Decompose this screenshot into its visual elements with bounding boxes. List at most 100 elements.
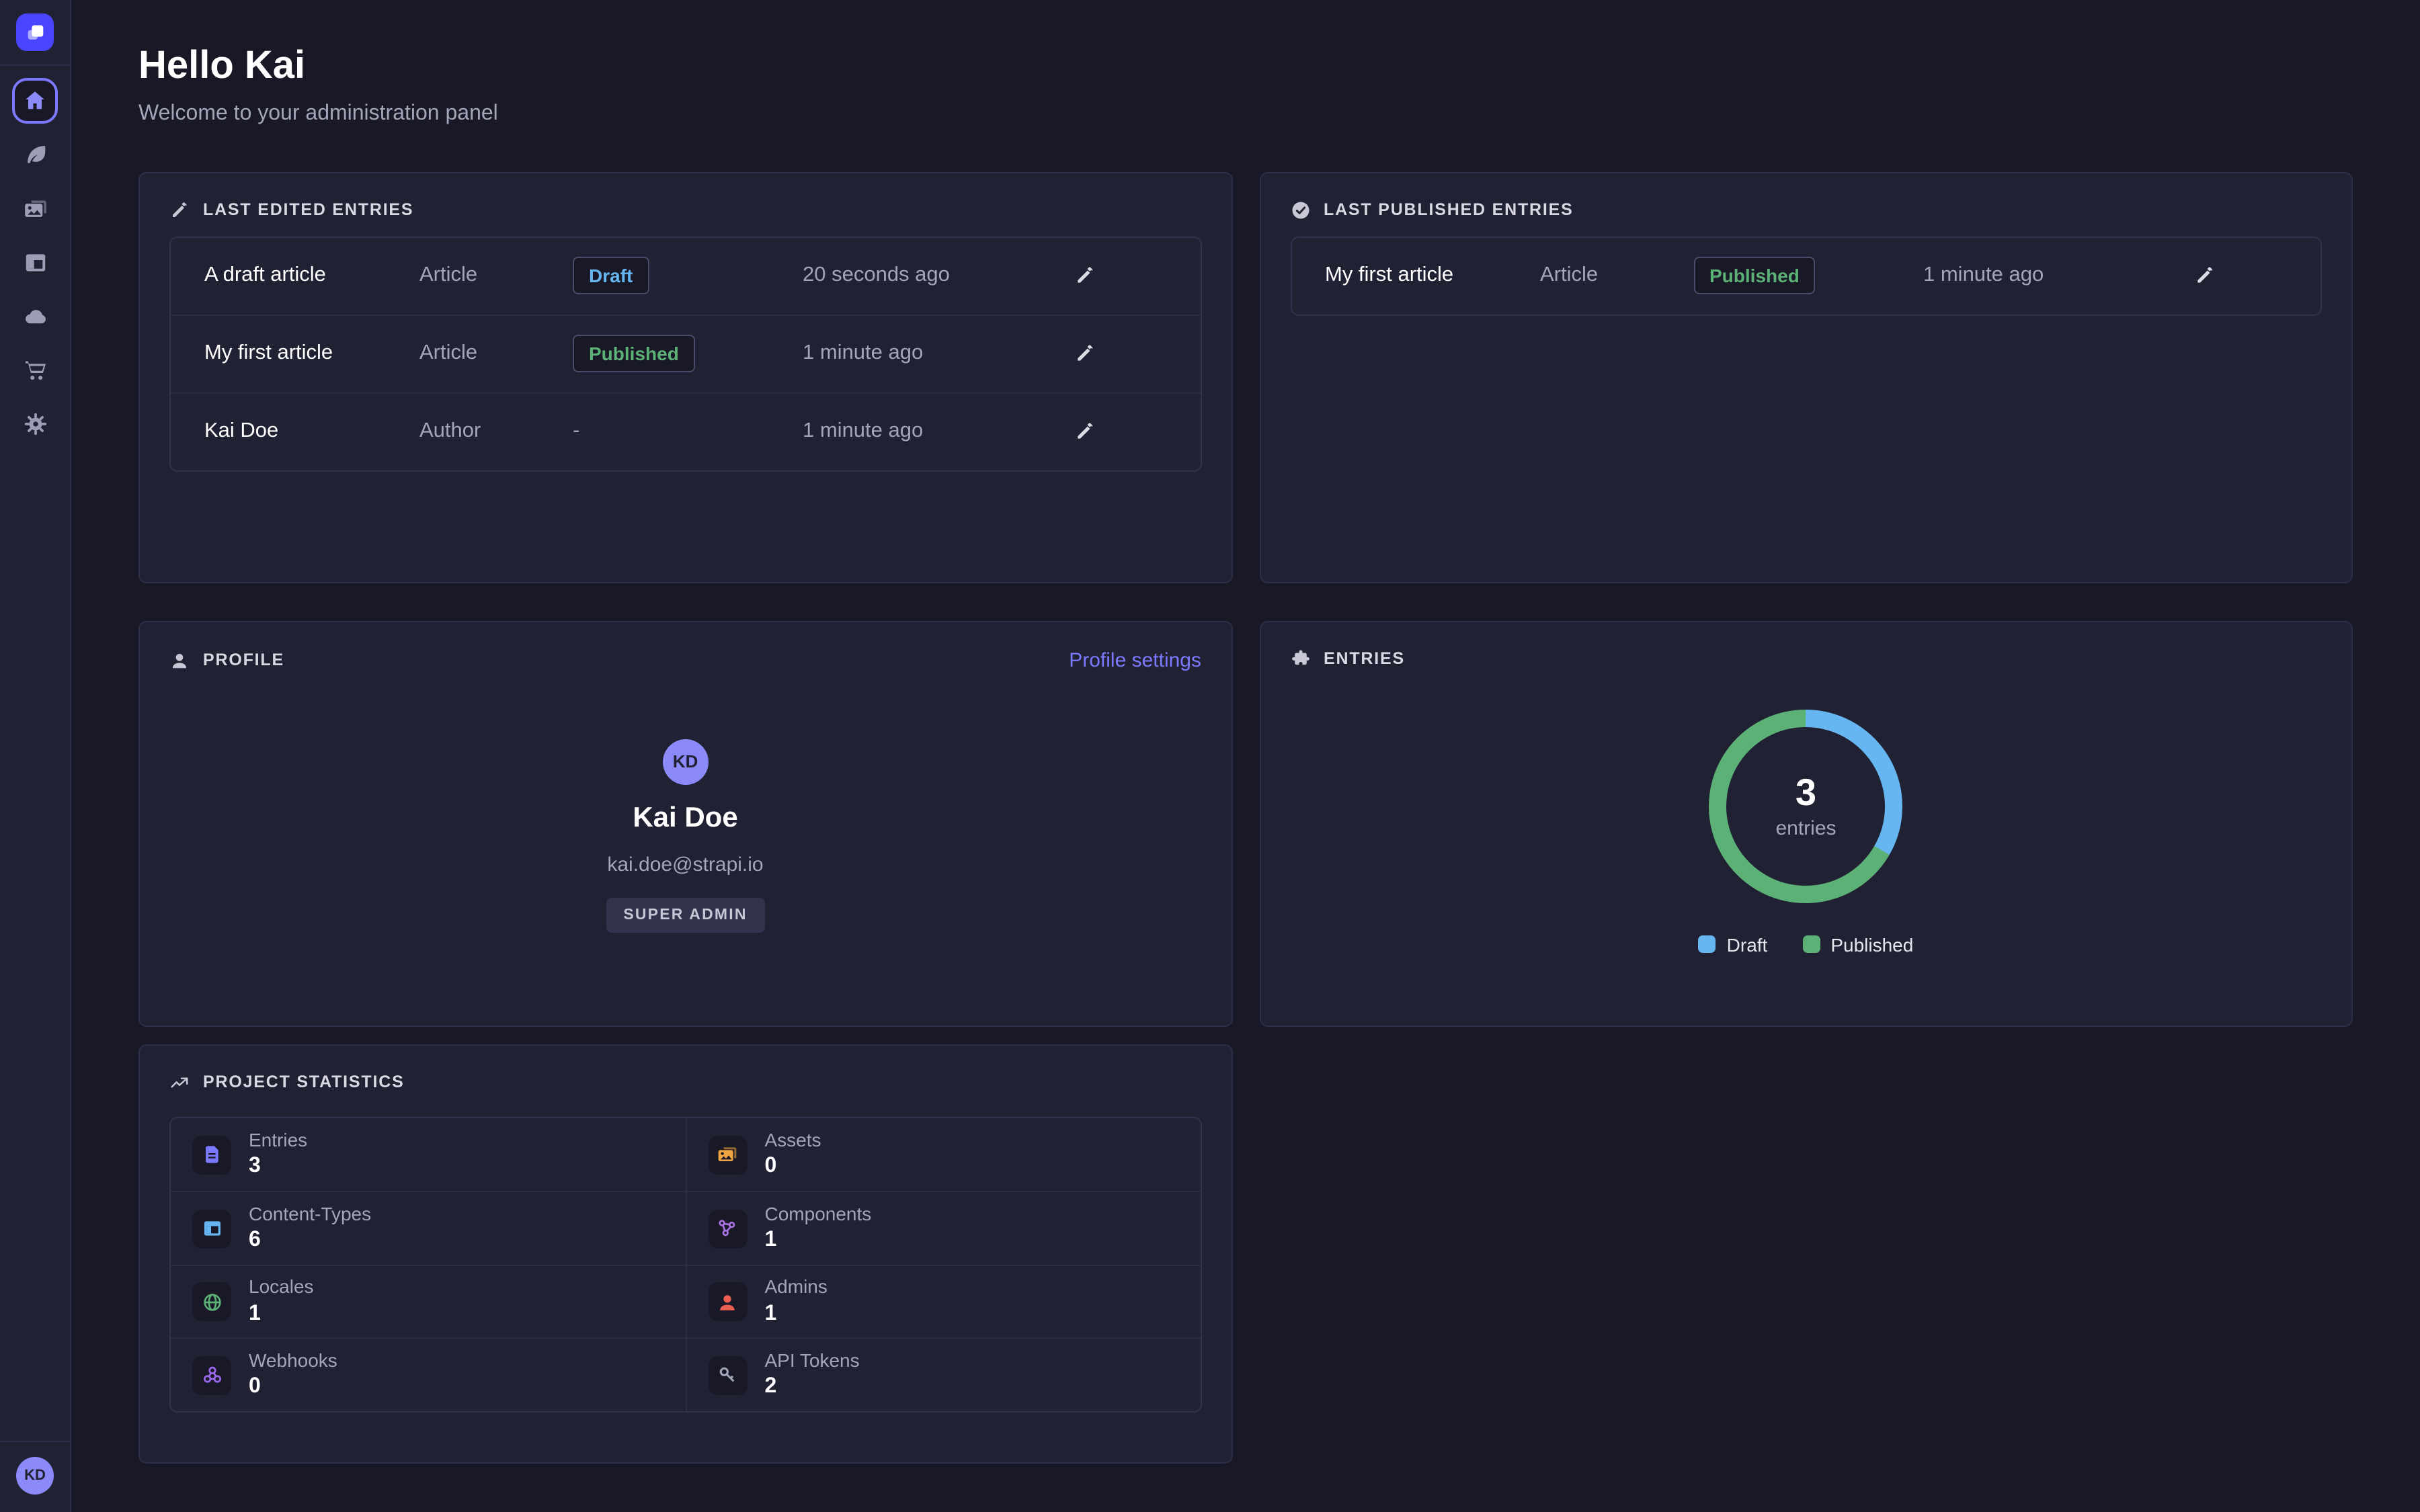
sidebar-item-settings[interactable]: [8, 396, 62, 450]
entry-row: Kai Doe Author - 1 minute ago: [171, 392, 1200, 470]
stat-components: Components 1: [686, 1191, 1201, 1265]
layout-icon: [201, 1218, 223, 1239]
pencil-icon: [1074, 343, 1095, 365]
stat-label: Admins: [765, 1276, 828, 1300]
legend-item-published: Published: [1802, 934, 1913, 956]
cart-icon: [22, 357, 48, 382]
status-empty: -: [573, 420, 803, 444]
last-published-table: My first article Article Published 1 min…: [1290, 237, 2322, 316]
last-edited-entries-card: LAST EDITED ENTRIES A draft article Arti…: [138, 172, 1232, 583]
card-title: PROJECT STATISTICS: [203, 1073, 405, 1092]
stat-value: 2: [765, 1374, 860, 1401]
donut-center: 3 entries: [1705, 706, 1907, 907]
sidebar-item-content-type-builder[interactable]: [8, 235, 62, 289]
layout-icon: [22, 249, 48, 275]
entry-type: Article: [419, 342, 573, 366]
entry-name: Kai Doe: [204, 420, 419, 444]
stat-api-tokens: API Tokens 2: [686, 1338, 1201, 1411]
entry-row: A draft article Article Draft 20 seconds…: [171, 238, 1200, 314]
sidebar-bottom: KD: [0, 1441, 70, 1512]
trend-up-icon: [169, 1073, 190, 1093]
edit-entry-button[interactable]: [1065, 257, 1103, 295]
edit-entry-button[interactable]: [1065, 335, 1103, 373]
edit-entry-button[interactable]: [1065, 413, 1103, 451]
sidebar-item-media-library[interactable]: [8, 181, 62, 235]
stat-value: 6: [249, 1228, 371, 1255]
card-title: LAST PUBLISHED ENTRIES: [1324, 201, 1574, 220]
page-title: Hello Kai: [138, 43, 2353, 90]
pencil-icon: [2194, 265, 2216, 287]
main-content: Hello Kai Welcome to your administration…: [71, 0, 2420, 1512]
profile-name: Kai Doe: [633, 801, 737, 837]
images-icon: [717, 1144, 739, 1165]
sidebar-item-marketplace[interactable]: [8, 343, 62, 396]
legend-swatch-draft: [1699, 936, 1716, 954]
entries-chart-card: ENTRIES 3 entries: [1259, 621, 2353, 1027]
stat-value: 1: [765, 1228, 872, 1255]
entries-chart-body: 3 entries Draft Published: [1260, 669, 2351, 956]
sidebar-item-content-manager[interactable]: [8, 128, 62, 181]
user-icon: [717, 1291, 739, 1312]
role-badge: SUPER ADMIN: [606, 898, 764, 933]
sidebar-item-home[interactable]: [12, 78, 58, 124]
stat-admins: Admins 1: [686, 1265, 1201, 1338]
entry-row: My first article Article Published 1 min…: [1291, 238, 2321, 314]
legend-item-draft: Draft: [1699, 934, 1768, 956]
globe-icon: [201, 1291, 223, 1312]
stat-label: Assets: [765, 1129, 821, 1152]
strapi-dashboard: KD Hello Kai Welcome to your administrat…: [0, 0, 2420, 1512]
user-avatar[interactable]: KD: [16, 1457, 54, 1495]
profile-card: PROFILE Profile settings KD Kai Doe kai.…: [138, 621, 1232, 1027]
chart-legend: Draft Published: [1699, 934, 1914, 956]
stat-label: Webhooks: [249, 1349, 337, 1373]
pencil-icon: [169, 200, 190, 220]
entry-type: Author: [419, 420, 573, 444]
stat-locales: Locales 1: [171, 1265, 686, 1338]
status-badge: Draft: [573, 257, 649, 295]
stat-label: Locales: [249, 1276, 314, 1300]
gear-icon: [22, 411, 48, 436]
profile-avatar: KD: [663, 739, 709, 785]
card-header: LAST PUBLISHED ENTRIES: [1260, 173, 2351, 220]
stat-label: Entries: [249, 1129, 307, 1152]
edit-entry-button[interactable]: [2186, 257, 2224, 295]
entry-type: Article: [1540, 264, 1693, 288]
entry-time: 20 seconds ago: [803, 264, 969, 288]
legend-label: Draft: [1727, 934, 1768, 956]
card-title: PROFILE: [203, 651, 284, 670]
status-badge: Published: [1693, 257, 1816, 295]
stat-value: 3: [249, 1154, 307, 1181]
card-header: PROJECT STATISTICS: [140, 1046, 1231, 1093]
stat-value: 1: [765, 1301, 828, 1328]
entry-time: 1 minute ago: [803, 342, 969, 366]
entry-type: Article: [419, 264, 573, 288]
stat-value: 1: [249, 1301, 314, 1328]
page-subtitle: Welcome to your administration panel: [138, 102, 2353, 126]
user-icon: [169, 650, 190, 671]
nodes-icon: [717, 1218, 739, 1239]
puzzle-icon: [1290, 649, 1310, 669]
stat-value: 0: [765, 1154, 821, 1181]
entry-name: A draft article: [204, 264, 419, 288]
donut-total-label: entries: [1775, 816, 1836, 839]
home-icon: [23, 89, 47, 113]
last-edited-table: A draft article Article Draft 20 seconds…: [169, 237, 1201, 472]
stat-entries: Entries 3: [171, 1118, 686, 1191]
legend-swatch-published: [1802, 936, 1820, 954]
strapi-logo-button[interactable]: [16, 13, 54, 51]
profile-email: kai.doe@strapi.io: [607, 853, 763, 879]
stat-content-types: Content-Types 6: [171, 1191, 686, 1265]
key-icon: [717, 1364, 739, 1386]
stat-label: Components: [765, 1203, 872, 1226]
project-statistics-grid: Entries 3: [169, 1117, 1201, 1413]
project-statistics-card: PROJECT STATISTICS Entries: [138, 1044, 1232, 1464]
stat-label: Content-Types: [249, 1203, 371, 1226]
entry-time: 1 minute ago: [803, 420, 969, 444]
profile-settings-link[interactable]: Profile settings: [1069, 649, 1201, 672]
donut-total: 3: [1796, 773, 1816, 814]
stat-value: 0: [249, 1374, 337, 1401]
pencil-icon: [1074, 421, 1095, 443]
check-circle-icon: [1290, 200, 1310, 220]
sidebar-item-deploy[interactable]: [8, 289, 62, 343]
feather-icon: [22, 142, 48, 167]
